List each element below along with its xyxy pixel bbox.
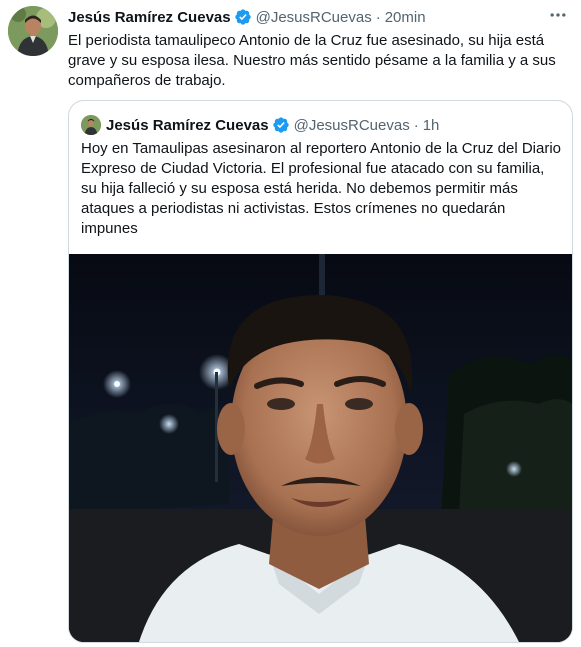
quoted-tweet-photo[interactable] [69,254,572,642]
quoted-author-avatar [81,115,101,135]
quoted-author-handle: @JesusRCuevas [293,116,410,134]
quoted-tweet[interactable]: Jesús Ramírez Cuevas @JesusRCuevas · 1h … [68,100,573,643]
author-handle[interactable]: @JesusRCuevas [256,9,372,26]
separator-dot: · [413,116,419,134]
quoted-author-name: Jesús Ramírez Cuevas [106,116,269,134]
quoted-tweet-header: Jesús Ramírez Cuevas @JesusRCuevas · 1h [81,114,439,136]
verified-badge-icon [234,8,252,26]
tweet-header: Jesús Ramírez Cuevas @JesusRCuevas · 20m… [68,7,426,27]
tweet: Jesús Ramírez Cuevas @JesusRCuevas · 20m… [0,0,581,647]
quoted-tweet-timestamp: 1h [422,116,440,134]
verified-badge-icon [272,116,290,134]
more-options-button[interactable] [545,5,571,25]
author-avatar[interactable] [8,6,58,56]
separator-dot: · [375,8,381,26]
more-icon [550,13,566,17]
quoted-tweet-text: Hoy en Tamaulipas asesinaron al reporter… [81,140,561,237]
tweet-text: El periodista tamaulipeco Antonio de la … [68,32,556,89]
author-name[interactable]: Jesús Ramírez Cuevas [68,9,231,26]
tweet-timestamp[interactable]: 20min [385,9,426,26]
